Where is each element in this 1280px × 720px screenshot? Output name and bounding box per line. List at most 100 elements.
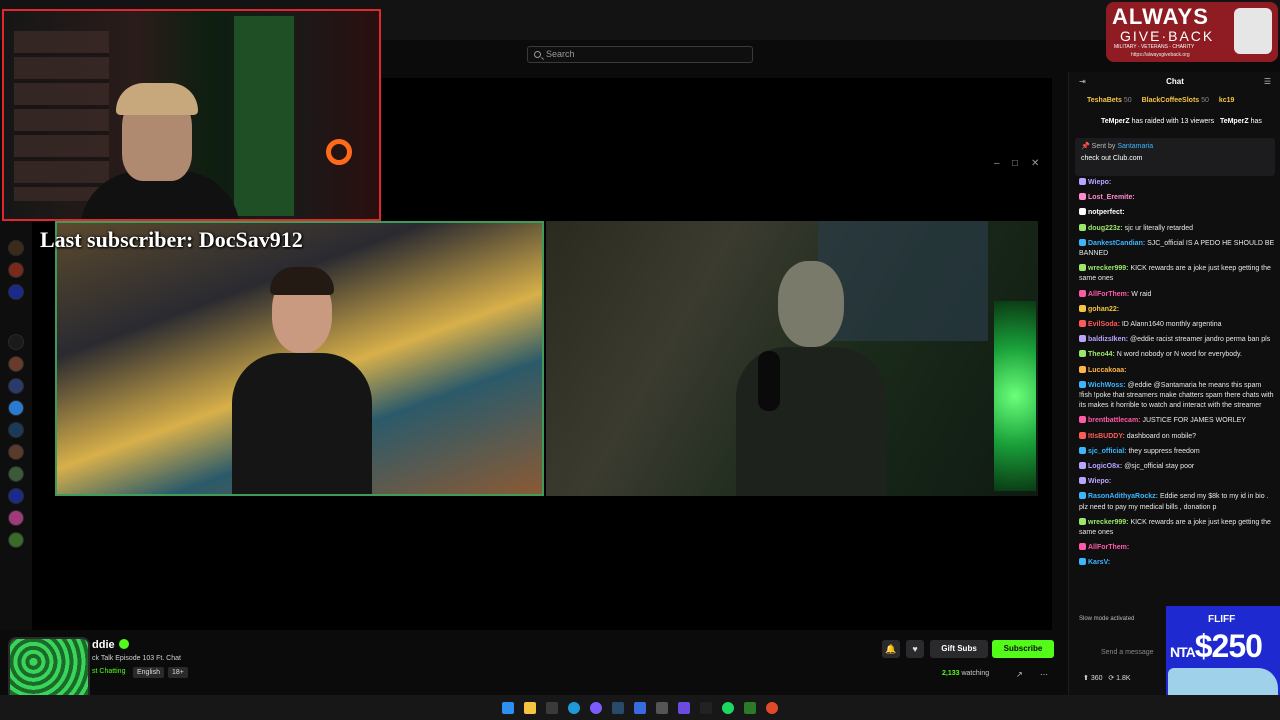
stream-title: ck Talk Episode 103 Ft. Chat [92, 655, 181, 662]
spotify-icon[interactable] [722, 702, 734, 714]
search-input[interactable]: Search [527, 46, 753, 63]
channel-avatar[interactable] [8, 466, 24, 482]
channel-avatar[interactable] [8, 356, 24, 372]
microphone [758, 351, 780, 411]
chat-username[interactable]: wrecker999: [1088, 519, 1128, 526]
chat-username[interactable]: Wiepo: [1088, 179, 1111, 186]
pinned-text: check out Club.com [1081, 155, 1143, 162]
channel-avatar[interactable] [8, 240, 24, 256]
stream-category[interactable]: st Chatting [92, 668, 125, 675]
channel-avatar[interactable] [8, 400, 24, 416]
terminal-icon[interactable] [700, 702, 712, 714]
chat-message: Wiepo: [1079, 178, 1275, 188]
chat-username[interactable]: wrecker999: [1088, 265, 1128, 272]
chat-username[interactable]: sjc_official: [1088, 448, 1127, 455]
channel-avatar[interactable] [8, 378, 24, 394]
chat-username[interactable]: DankestCandian: [1088, 240, 1145, 247]
chat-title: Chat [1166, 77, 1184, 86]
chat-username[interactable]: KarsV: [1088, 559, 1110, 566]
pinned-sender: 📌 Sent by Santamaria [1081, 143, 1154, 150]
chat-message: KarsV: [1079, 558, 1275, 568]
chat-message: LogicO8x: @sjc_official stay poor [1079, 462, 1275, 472]
edge-icon[interactable] [568, 702, 580, 714]
chat-username[interactable]: brentbattlecam: [1088, 417, 1141, 424]
chat-username[interactable]: RasonAdithyaRockz: [1088, 493, 1158, 500]
file-explorer-icon[interactable] [524, 702, 536, 714]
chat-message: ItIsBUDDY: dashboard on mobile? [1079, 431, 1275, 442]
share-icon[interactable]: ↗ [1016, 670, 1023, 679]
fliff-logo: FLIFF [1208, 614, 1236, 625]
gifter[interactable]: kc19 [1219, 97, 1235, 104]
pinned-message[interactable]: 📌 Sent by Santamaria check out Club.com [1075, 138, 1275, 176]
chat-username[interactable]: Theo44: [1088, 351, 1115, 358]
subscribe-button[interactable]: Subscribe [992, 640, 1054, 658]
xbox-icon[interactable] [744, 702, 756, 714]
taskbar-app-icon[interactable] [634, 702, 646, 714]
notifications-bell-icon[interactable]: 🔔 [882, 640, 900, 658]
steam-icon[interactable] [612, 702, 624, 714]
viewer-count: 2,133 watching [942, 670, 989, 677]
chat-message: gohan22: [1079, 304, 1275, 315]
chat-username[interactable]: LogicO8x: [1088, 463, 1122, 470]
last-subscriber-overlay: Last subscriber: DocSav912 [40, 227, 303, 252]
minimize-icon[interactable]: – [994, 158, 1000, 169]
taskbar-app-icon[interactable] [678, 702, 690, 714]
more-options-icon[interactable]: ⋯ [1040, 670, 1048, 679]
chat-badge-icon [1079, 446, 1086, 454]
fliff-prefix: NTA [1170, 644, 1196, 660]
channel-name[interactable]: ddie [92, 639, 129, 651]
chat-username[interactable]: AllForThem: [1088, 544, 1129, 551]
chat-badge-icon [1079, 320, 1086, 328]
chat-badge-icon [1079, 264, 1086, 272]
channel-avatar[interactable] [8, 510, 24, 526]
chat-username[interactable]: EvilSoda: [1088, 321, 1120, 328]
chat-message: WichWoss: @eddie @Santamaria he means th… [1079, 380, 1275, 412]
channel-avatar[interactable] [8, 422, 24, 438]
close-icon[interactable]: ✕ [1031, 158, 1039, 169]
channel-avatar[interactable] [8, 334, 24, 350]
gift-subs-button[interactable]: Gift Subs [930, 640, 988, 658]
chat-message: sjc_official: they suppress freedom [1079, 446, 1275, 457]
chat-message: brentbattlecam: JUSTICE FOR JAMES WORLEY [1079, 416, 1275, 426]
channel-avatar[interactable] [8, 284, 24, 300]
taskbar-app-icon[interactable] [766, 702, 778, 714]
chat-settings-icon[interactable]: ☰ [1264, 72, 1271, 92]
chat-username[interactable]: notperfect: [1088, 209, 1125, 216]
channel-avatar[interactable] [8, 262, 24, 278]
start-icon[interactable] [502, 702, 514, 714]
chat-username[interactable]: Wiepo: [1088, 478, 1111, 485]
sponsor-line-2: GIVE·BACK [1120, 28, 1215, 44]
discord-icon[interactable] [590, 702, 602, 714]
sponsor-line-3: MILITARY - VETERANS - CHARITY [1114, 44, 1195, 50]
chat-text: @eddie racist streamer jandro perma ban … [1130, 336, 1271, 344]
chat-badge-icon [1079, 416, 1086, 424]
chat-username[interactable]: Luccakoaa: [1088, 367, 1127, 374]
chat-text: dashboard on mobile? [1126, 432, 1197, 440]
chat-badge-icon [1079, 208, 1086, 216]
collapse-chat-icon[interactable]: ⇥ [1079, 72, 1086, 92]
tag-mature[interactable]: 18+ [168, 667, 188, 678]
chat-badge-icon [1079, 380, 1086, 388]
chat-username[interactable]: doug223z: [1088, 225, 1123, 232]
chat-username[interactable]: WichWoss: [1088, 382, 1126, 389]
chat-badge-icon [1079, 543, 1086, 551]
tag-language[interactable]: English [133, 667, 164, 678]
channel-avatar[interactable] [8, 532, 24, 548]
chat-username[interactable]: Lost_Eremite: [1088, 194, 1135, 201]
chat-badge-icon [1079, 431, 1086, 439]
gifter[interactable]: TeshaBets 50 [1087, 97, 1132, 104]
chat-username[interactable]: ItIsBUDDY: [1088, 433, 1125, 440]
chat-username[interactable]: baldizsIken: [1088, 336, 1128, 343]
channel-avatar[interactable] [8, 444, 24, 460]
chat-username[interactable]: gohan22: [1088, 306, 1119, 313]
gifter-count: 50 [1123, 97, 1132, 104]
taskbar-app-icon[interactable] [656, 702, 668, 714]
gifter[interactable]: BlackCoffeeSlots 50 [1142, 97, 1209, 104]
raid-banner: TeMperZ has raided with 13 viewers TeMpe… [1101, 118, 1262, 125]
chat-username[interactable]: AllForThem: [1088, 291, 1129, 298]
gift-subs-label: Gift Subs [941, 644, 977, 653]
follow-heart-icon[interactable]: ♥ [906, 640, 924, 658]
channel-avatar[interactable] [8, 488, 24, 504]
taskbar-app-icon[interactable] [546, 702, 558, 714]
maximize-icon[interactable]: □ [1012, 158, 1018, 169]
